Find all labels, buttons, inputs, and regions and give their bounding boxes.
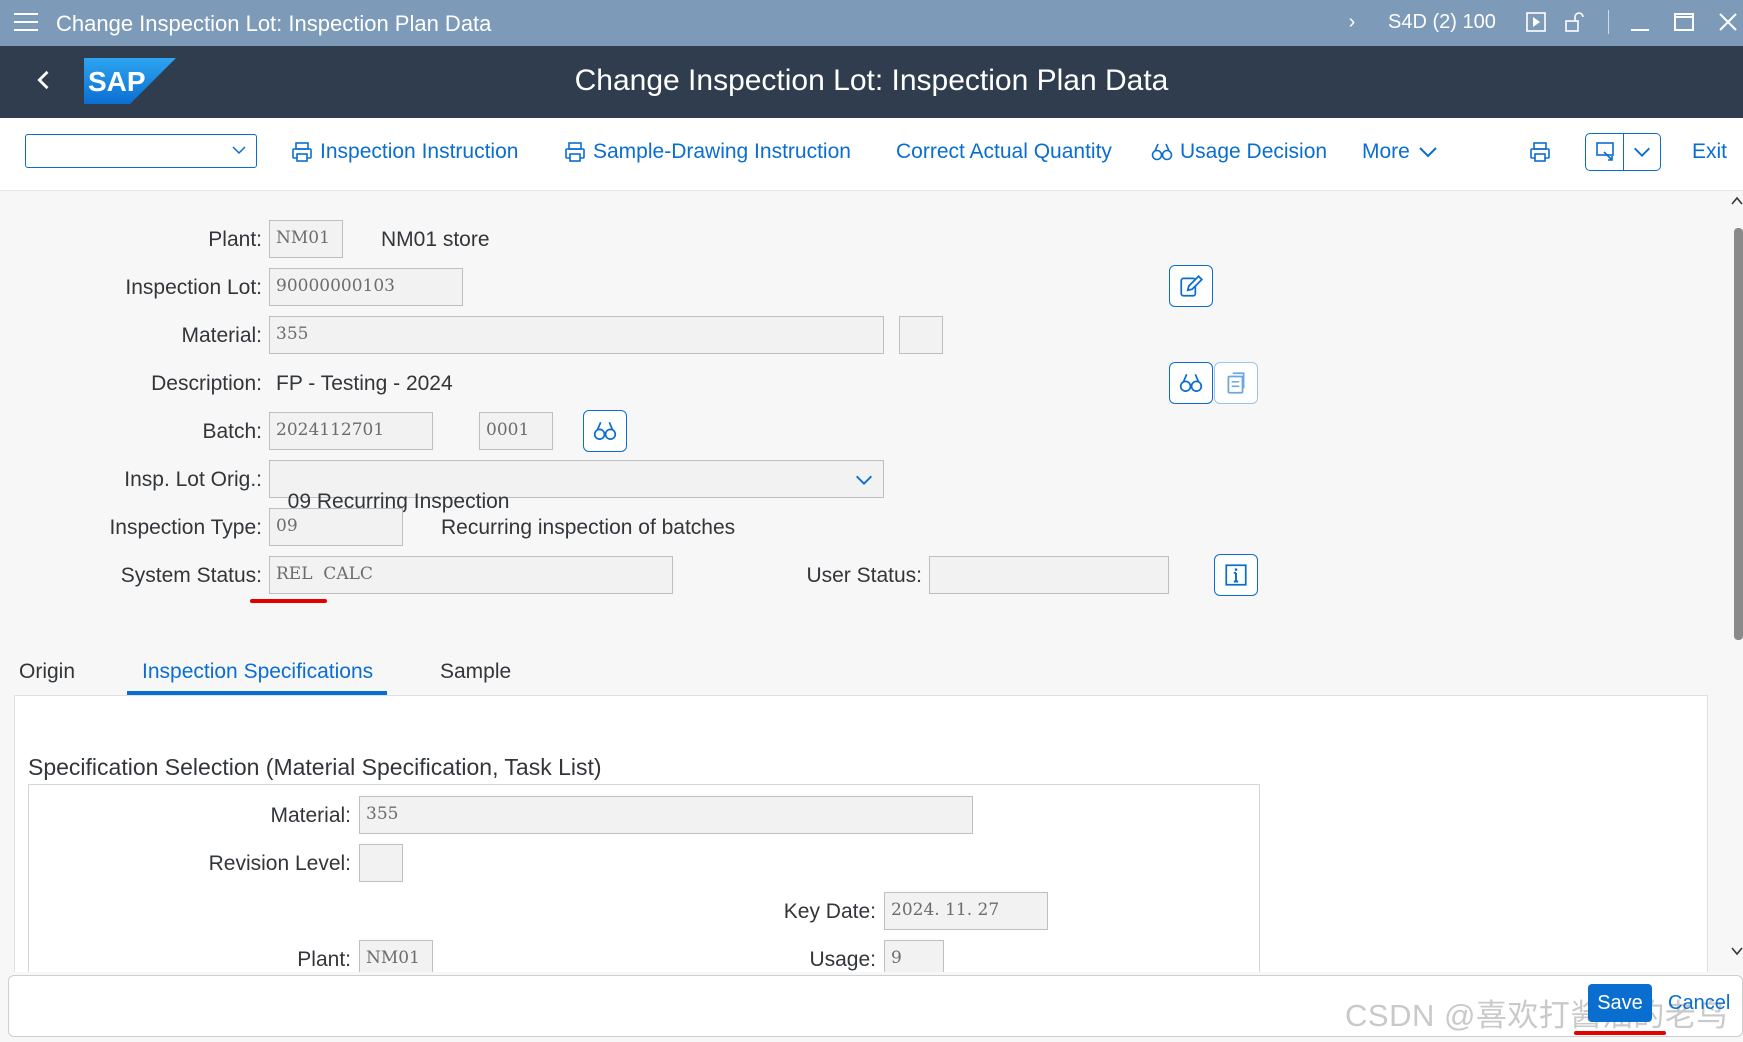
material-label: Material: [181, 324, 262, 347]
section-title: Specification Selection (Material Specif… [28, 754, 602, 780]
user-status-field[interactable] [929, 556, 1169, 594]
shell-header: SAP Change Inspection Lot: Inspection Pl… [0, 46, 1743, 118]
status-info-button[interactable] [1214, 554, 1258, 596]
play-icon[interactable] [1524, 10, 1548, 34]
description-label: Description: [151, 372, 262, 395]
key-date-field[interactable]: 2024. 11. 27 [884, 892, 1048, 930]
insp-lot-origin-label: Insp. Lot Orig.: [124, 468, 262, 491]
spec-plant-label: Plant: [297, 948, 351, 971]
material-field[interactable]: 355 [269, 316, 884, 354]
chevron-right-icon[interactable]: › [1340, 10, 1364, 34]
window-title: Change Inspection Lot: Inspection Plan D… [56, 11, 492, 36]
save-highlight-mark [1574, 1031, 1666, 1035]
long-text-button[interactable] [1214, 362, 1258, 404]
sample-drawing-instruction-label: Sample-Drawing Instruction [593, 140, 851, 163]
sample-drawing-instruction-button[interactable]: Sample-Drawing Instruction [563, 140, 851, 164]
edit-screen-icon [1596, 142, 1614, 161]
inspection-lot-label: Inspection Lot: [125, 276, 262, 299]
system-info: S4D (2) 100 [1388, 11, 1496, 33]
tab-origin[interactable]: Origin [19, 660, 75, 684]
usage-label: Usage: [809, 948, 876, 971]
printer-icon [1530, 142, 1550, 162]
chevron-down-icon [856, 475, 872, 485]
system-status-field[interactable]: REL CALC [269, 556, 673, 594]
description-value: FP - Testing - 2024 [276, 372, 453, 395]
printer-icon [292, 142, 312, 162]
info-icon [1225, 564, 1247, 586]
material-extra-field[interactable] [899, 316, 943, 354]
divider [1608, 10, 1609, 34]
user-status-label: User Status: [806, 564, 922, 587]
batch-label: Batch: [202, 420, 262, 443]
insp-lot-origin-select[interactable]: 09 Recurring Inspection [269, 460, 884, 513]
usage-decision-button[interactable]: Usage Decision [1150, 140, 1327, 164]
more-label: More [1362, 140, 1410, 163]
revision-level-label: Revision Level: [208, 852, 351, 875]
plant-label: Plant: [208, 228, 262, 251]
print-button[interactable] [1528, 140, 1552, 164]
binoculars-icon [1179, 373, 1203, 392]
cancel-button[interactable]: Cancel [1668, 992, 1730, 1015]
maximize-icon[interactable] [1672, 10, 1696, 34]
menu-icon[interactable] [14, 13, 38, 33]
inspection-type-field[interactable]: 09 [269, 508, 403, 546]
application-toolbar: Inspection Instruction Sample-Drawing In… [0, 118, 1743, 191]
chevron-down-icon [1419, 147, 1437, 158]
spec-material-label: Material: [270, 804, 351, 827]
chevron-down-icon [232, 146, 246, 155]
divider [1623, 134, 1624, 170]
window-title-bar: Change Inspection Lot: Inspection Plan D… [0, 0, 1743, 46]
inspection-instruction-button[interactable]: Inspection Instruction [290, 140, 518, 164]
status-highlight-mark [250, 599, 327, 603]
layout-menu-button[interactable] [1585, 133, 1661, 171]
exit-label: Exit [1692, 140, 1728, 163]
tab-inspection-specifications[interactable]: Inspection Specifications [142, 660, 373, 684]
inspection-lot-field[interactable]: 90000000103 [269, 268, 463, 306]
display-batch-button[interactable] [583, 410, 627, 452]
plant-field[interactable]: NM01 [269, 220, 343, 258]
command-field[interactable] [25, 134, 257, 168]
chevron-down-icon[interactable] [1730, 938, 1743, 958]
chevron-up-icon[interactable] [1730, 194, 1743, 214]
key-date-label: Key Date: [783, 900, 876, 923]
binoculars-icon [593, 421, 617, 440]
unlock-icon[interactable] [1562, 10, 1586, 34]
display-material-button[interactable] [1169, 362, 1213, 404]
document-icon [1227, 372, 1245, 394]
system-status-label: System Status: [120, 564, 262, 587]
save-button[interactable]: Save [1588, 984, 1652, 1022]
chevron-down-icon [1634, 147, 1650, 157]
correct-actual-quantity-button[interactable]: Correct Actual Quantity [896, 140, 1112, 164]
inspection-instruction-label: Inspection Instruction [320, 140, 519, 163]
exit-button[interactable]: Exit [1692, 140, 1727, 164]
usage-decision-label: Usage Decision [1180, 140, 1328, 163]
edit-icon [1180, 275, 1204, 297]
page-title: Change Inspection Lot: Inspection Plan D… [574, 64, 1169, 97]
batch-field[interactable]: 2024112701 [269, 412, 433, 450]
spec-material-field[interactable]: 355 [359, 796, 973, 834]
inspection-type-text: Recurring inspection of batches [441, 516, 736, 539]
more-menu-button[interactable]: More [1362, 140, 1440, 164]
plant-text: NM01 store [381, 228, 490, 251]
inspection-type-label: Inspection Type: [109, 516, 262, 539]
close-icon[interactable] [1716, 10, 1740, 34]
binoculars-icon [1151, 143, 1173, 161]
batch-split-field[interactable]: 0001 [479, 412, 553, 450]
printer-icon [565, 142, 585, 162]
revision-level-field[interactable] [359, 844, 403, 882]
correct-actual-quantity-label: Correct Actual Quantity [896, 140, 1112, 163]
edit-lot-button[interactable] [1169, 265, 1213, 307]
tab-sample[interactable]: Sample [440, 660, 511, 684]
minimize-icon[interactable] [1628, 10, 1652, 34]
scrollbar-thumb[interactable] [1734, 228, 1743, 640]
